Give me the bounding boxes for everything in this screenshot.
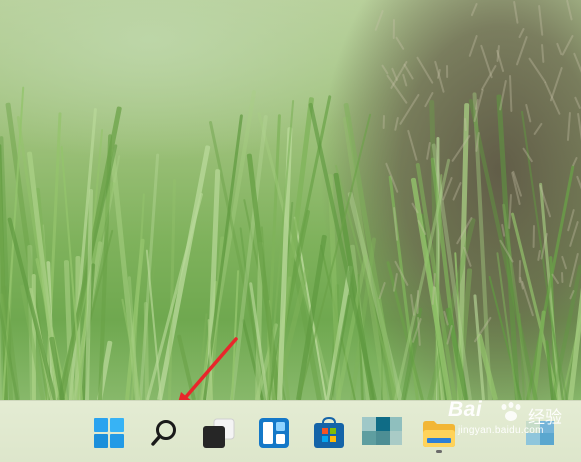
pixelated-app-icon-part	[390, 431, 402, 445]
widgets-button[interactable]	[254, 413, 294, 453]
microsoft-store-button[interactable]	[309, 413, 349, 453]
task-view-button[interactable]	[198, 413, 238, 453]
microsoft-store-icon	[314, 416, 344, 448]
pinned-app-button[interactable]	[362, 413, 402, 453]
file-explorer-icon	[423, 421, 455, 447]
file-explorer-button[interactable]	[419, 413, 459, 453]
pixelated-app-icon-part	[540, 433, 554, 445]
windows-start-icon	[94, 418, 124, 448]
search-button[interactable]	[144, 413, 184, 453]
pinned-app-button-2[interactable]	[520, 413, 560, 453]
start-button[interactable]	[89, 413, 129, 453]
pixelated-app-icon	[526, 421, 540, 433]
pixelated-app-icon-part	[526, 433, 540, 445]
widgets-icon	[259, 418, 289, 448]
pixelated-app-icon-part	[376, 417, 390, 431]
pixelated-app-icon-part	[540, 421, 554, 433]
search-icon	[151, 420, 176, 446]
pixelated-app-icon-part	[376, 431, 390, 445]
pixelated-app-icon-part	[362, 431, 376, 445]
red-annotation-arrow	[176, 337, 238, 410]
task-view-icon	[203, 418, 235, 448]
taskbar	[0, 400, 581, 462]
pixelated-app-icon	[362, 417, 376, 431]
pixelated-app-icon-part	[390, 417, 402, 431]
running-indicator	[436, 450, 442, 453]
